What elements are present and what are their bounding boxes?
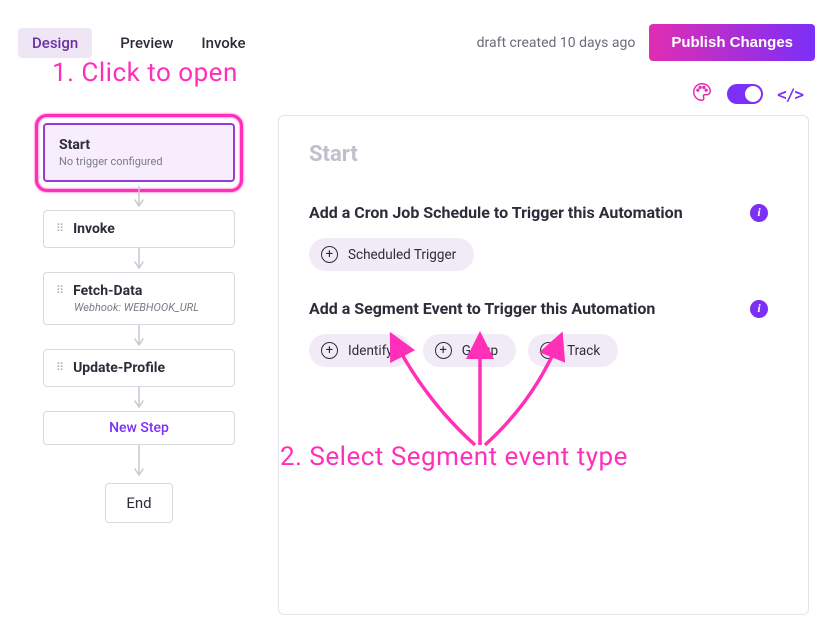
plus-icon: + (435, 342, 452, 359)
pill-label: Scheduled Trigger (348, 247, 456, 263)
pill-label: Identify (348, 343, 393, 359)
tab-invoke[interactable]: Invoke (201, 34, 245, 52)
drag-handle-icon[interactable]: ⠿ (56, 364, 65, 372)
toolbar: </> (0, 75, 833, 115)
header: Design Preview Invoke draft created 10 d… (0, 0, 833, 75)
info-icon[interactable]: i (750, 204, 768, 222)
flow-node-title: Update-Profile (73, 360, 165, 376)
flow-node-fetch-data[interactable]: ⠿ Fetch-Data Webhook: WEBHOOK_URL (43, 272, 235, 325)
pill-label: Group (462, 343, 498, 359)
flow-node-title: Invoke (73, 221, 115, 237)
section-heading: Add a Segment Event to Trigger this Auto… (309, 299, 655, 318)
flow-connector (138, 248, 140, 272)
flow-node-subtitle: Webhook: WEBHOOK_URL (74, 301, 222, 314)
flow-connector (138, 186, 140, 210)
pill-track[interactable]: + Track (528, 334, 618, 367)
flow-node-start[interactable]: Start No trigger configured (43, 123, 235, 182)
detail-panel: Start Add a Cron Job Schedule to Trigger… (278, 115, 809, 615)
section-heading: Add a Cron Job Schedule to Trigger this … (309, 203, 683, 222)
main: Start No trigger configured ⠿ Invoke ⠿ F… (0, 115, 833, 615)
publish-button[interactable]: Publish Changes (649, 24, 815, 61)
plus-icon: + (321, 342, 338, 359)
flow-connector (138, 325, 140, 349)
drag-handle-icon[interactable]: ⠿ (56, 225, 65, 233)
plus-icon: + (540, 342, 557, 359)
pill-scheduled-trigger[interactable]: + Scheduled Trigger (309, 238, 474, 271)
section-cron: Add a Cron Job Schedule to Trigger this … (309, 203, 778, 271)
pill-label: Track (567, 343, 600, 359)
pill-identify[interactable]: + Identify (309, 334, 411, 367)
flow-connector (138, 445, 140, 483)
draft-status: draft created 10 days ago (477, 35, 636, 51)
flow-connector (138, 387, 140, 411)
drag-handle-icon[interactable]: ⠿ (56, 287, 65, 295)
view-toggle[interactable] (727, 84, 763, 104)
tabs: Design Preview Invoke (18, 28, 246, 58)
tab-preview[interactable]: Preview (120, 34, 173, 52)
flow-node-update-profile[interactable]: ⠿ Update-Profile (43, 349, 235, 387)
flow-node-end[interactable]: End (105, 483, 172, 523)
palette-icon[interactable] (691, 81, 713, 107)
pill-group[interactable]: + Group (423, 334, 516, 367)
flow-node-invoke[interactable]: ⠿ Invoke (43, 210, 235, 248)
new-step-button[interactable]: New Step (43, 411, 235, 445)
flow-column: Start No trigger configured ⠿ Invoke ⠿ F… (24, 115, 254, 615)
header-right: draft created 10 days ago Publish Change… (477, 24, 815, 61)
tab-design[interactable]: Design (18, 28, 92, 58)
plus-icon: + (321, 246, 338, 263)
flow-node-subtitle: No trigger configured (59, 155, 219, 168)
code-icon[interactable]: </> (777, 85, 803, 104)
flow-node-title: Fetch-Data (73, 283, 142, 299)
section-segment: Add a Segment Event to Trigger this Auto… (309, 299, 778, 367)
info-icon[interactable]: i (750, 300, 768, 318)
panel-title: Start (309, 142, 778, 167)
flow-node-title: Start (59, 137, 219, 153)
